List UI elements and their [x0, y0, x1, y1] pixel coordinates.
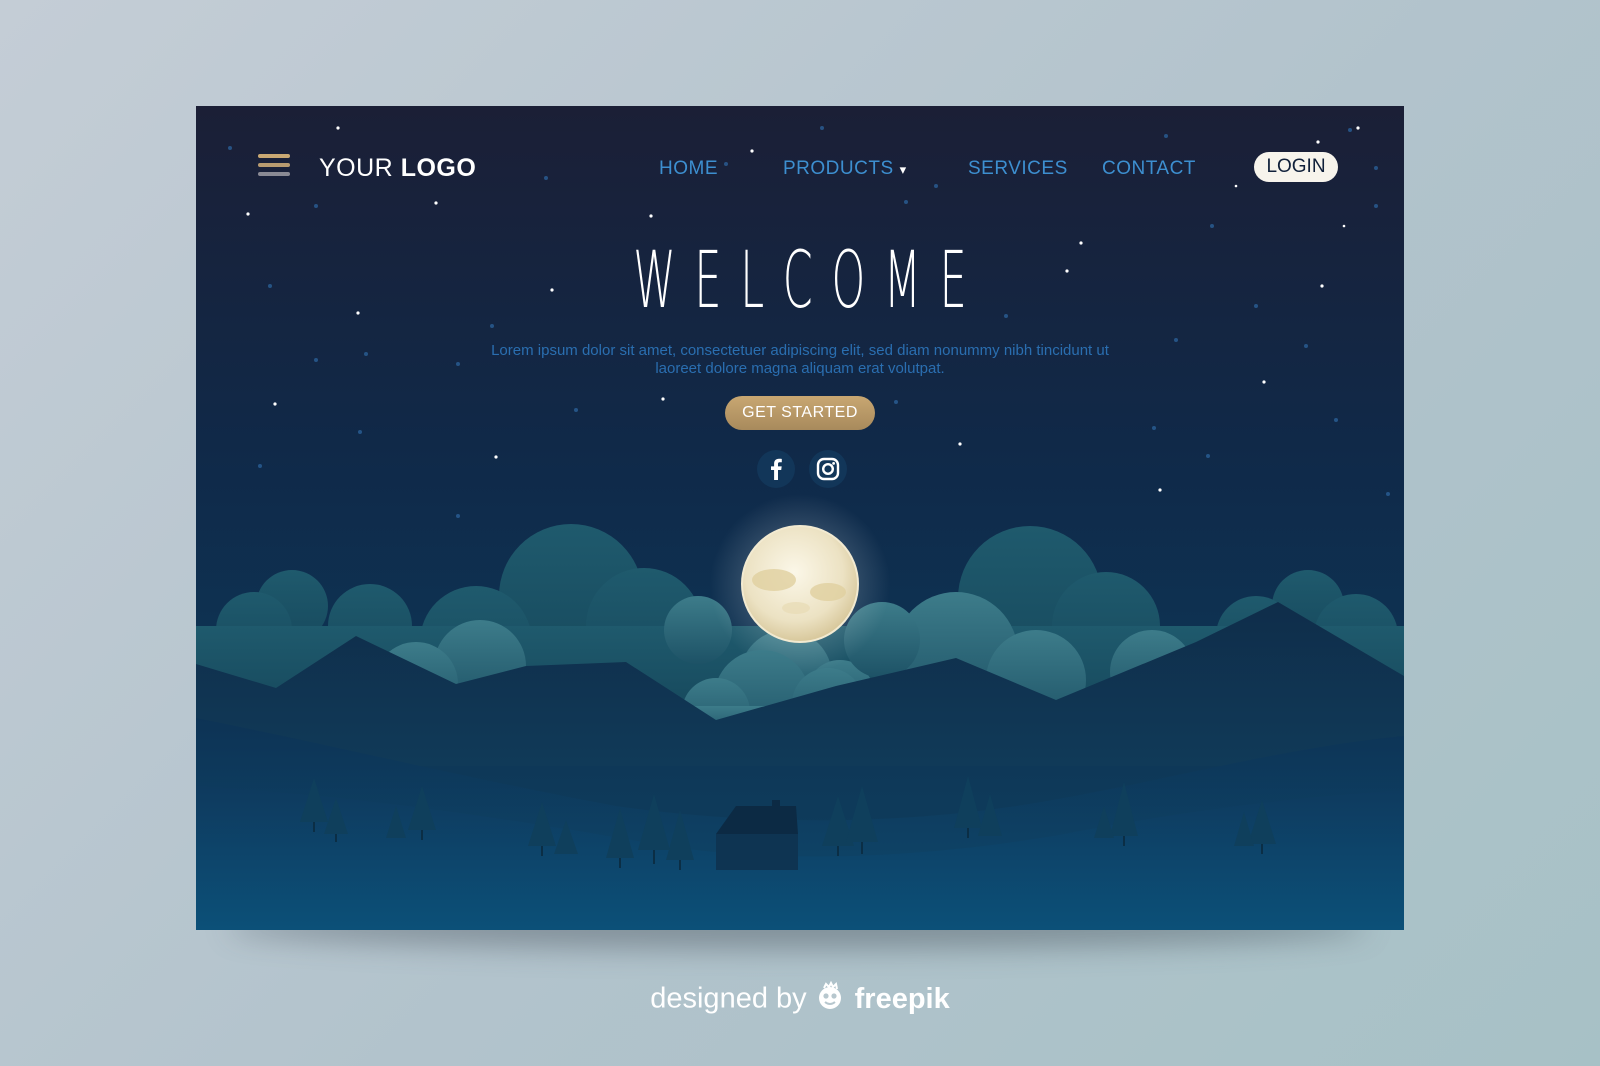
nav-services[interactable]: SERVICES	[968, 158, 1068, 180]
instagram-icon[interactable]	[809, 450, 847, 488]
chevron-down-icon: ▾	[899, 162, 907, 177]
moon-icon	[741, 525, 859, 643]
login-button[interactable]: LOGIN	[1254, 152, 1338, 182]
nav-home[interactable]: HOME	[659, 158, 718, 180]
get-started-button[interactable]: GET STARTED	[725, 396, 875, 430]
night-landscape	[196, 126, 1404, 930]
logo-prefix: YOUR	[319, 154, 401, 182]
hamburger-icon[interactable]	[258, 154, 290, 182]
landing-page: YOUR LOGO HOME PRODUCTS ▾ SERVICES CONTAC…	[196, 106, 1404, 930]
hero-title: WELCOME	[633, 236, 986, 326]
credit-prefix: designed by	[650, 982, 807, 1015]
logo-bold: LOGO	[400, 154, 477, 182]
nav-products-label: PRODUCTS	[783, 158, 894, 179]
nav-contact[interactable]: CONTACT	[1102, 158, 1196, 180]
credit: designed by freepik	[0, 980, 1600, 1019]
logo[interactable]: YOUR LOGO	[319, 154, 476, 183]
freepik-logo-icon	[815, 980, 845, 1019]
facebook-icon[interactable]	[757, 450, 795, 488]
credit-brand: freepik	[854, 982, 950, 1015]
nav-products[interactable]: PRODUCTS ▾	[783, 158, 907, 180]
hero-lead: Lorem ipsum dolor sit amet, consectetuer…	[491, 342, 1109, 377]
cabin	[716, 800, 798, 870]
